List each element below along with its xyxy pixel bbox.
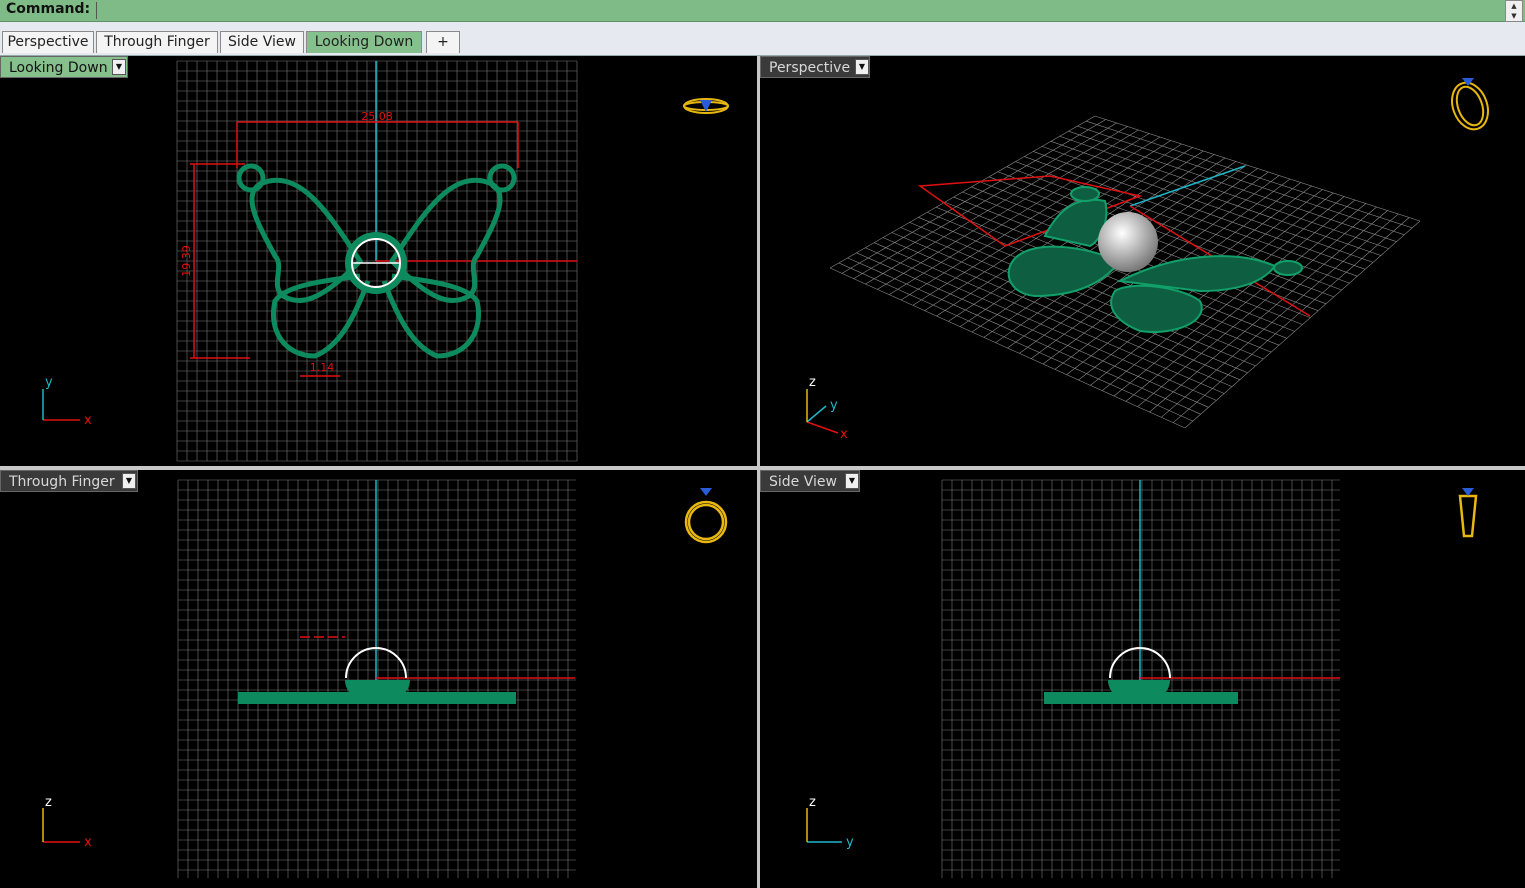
command-history-scroll[interactable]: ▲ ▼ — [1505, 0, 1523, 22]
chevron-down-icon[interactable]: ▼ — [855, 59, 869, 75]
dim-height-label: 19.39 — [180, 245, 193, 277]
viewport-label-looking-down[interactable]: Looking Down — [0, 56, 128, 78]
tab-looking-down[interactable]: Looking Down — [306, 31, 422, 53]
viewport-tab-bar: Perspective Through Finger Side View Loo… — [0, 22, 1525, 56]
viewport-through-finger[interactable]: x z Through Finger ▼ — [0, 470, 757, 888]
axis-y-label: y — [846, 835, 854, 850]
viewport-side-view[interactable]: y z Side View ▼ — [760, 470, 1525, 888]
axis-indicator: x y z — [806, 375, 848, 442]
chevron-down-icon[interactable]: ▼ — [845, 473, 859, 489]
perspective-y-axis — [1129, 165, 1246, 207]
ring-front-view-icon — [684, 500, 728, 544]
grid — [177, 479, 576, 878]
axis-indicator: x y — [42, 375, 92, 428]
axis-z-label: z — [809, 375, 816, 390]
grid — [941, 479, 1340, 878]
axis-x-label: x — [84, 835, 92, 850]
through-finger-canvas[interactable]: x z — [0, 470, 757, 888]
chevron-down-icon[interactable]: ▼ — [122, 473, 136, 489]
chevron-down-icon[interactable]: ▼ — [112, 59, 126, 75]
axis-z-label: z — [809, 795, 816, 810]
viewport-perspective[interactable]: x y z Perspective ▼ — [760, 56, 1525, 466]
viewport-area: 25.08 19.39 1.14 x y Looking Down ▼ x y … — [0, 56, 1525, 888]
grid-line — [1172, 217, 1410, 423]
ring-side-view-icon — [1458, 494, 1478, 538]
axis-indicator: x z — [42, 795, 92, 850]
perspective-grid — [829, 115, 1421, 429]
dim-small-label: 1.14 — [310, 361, 335, 374]
axis-z-label: z — [45, 795, 52, 810]
viewport-label-perspective[interactable]: Perspective — [760, 56, 870, 78]
scroll-down-icon[interactable]: ▼ — [1506, 11, 1522, 21]
axis-y-label: y — [45, 375, 53, 390]
side-view-canvas[interactable]: y z — [760, 470, 1525, 888]
tab-perspective[interactable]: Perspective — [2, 31, 94, 53]
axis-x-label: x — [84, 413, 92, 428]
tab-through-finger[interactable]: Through Finger — [96, 31, 218, 53]
looking-down-canvas[interactable]: 25.08 19.39 1.14 x y — [0, 56, 757, 466]
viewport-name: Through Finger — [9, 474, 115, 490]
axis-indicator: y z — [806, 795, 854, 850]
perspective-canvas[interactable]: x y z — [760, 56, 1525, 466]
tab-side-view[interactable]: Side View — [220, 31, 304, 53]
dim-width-label: 25.08 — [361, 110, 393, 123]
scroll-up-icon[interactable]: ▲ — [1506, 1, 1522, 11]
viewport-label-through-finger[interactable]: Through Finger — [0, 470, 138, 492]
viewport-looking-down[interactable]: 25.08 19.39 1.14 x y Looking Down ▼ — [0, 56, 757, 466]
viewport-name: Looking Down — [9, 60, 108, 76]
viewport-name: Perspective — [769, 60, 851, 76]
gem-icon — [700, 488, 712, 496]
axis-x-label: x — [840, 427, 848, 442]
grid-line — [1184, 220, 1421, 429]
axis-y-label: y — [830, 398, 838, 413]
gem-sphere — [1098, 212, 1158, 272]
ring-perspective-icon — [1451, 81, 1489, 131]
add-tab-button[interactable]: + — [426, 31, 460, 53]
viewport-name: Side View — [769, 474, 837, 490]
command-bar: Command: ▲ ▼ — [0, 0, 1525, 22]
command-label: Command: — [6, 1, 91, 17]
command-input[interactable] — [96, 2, 1503, 19]
